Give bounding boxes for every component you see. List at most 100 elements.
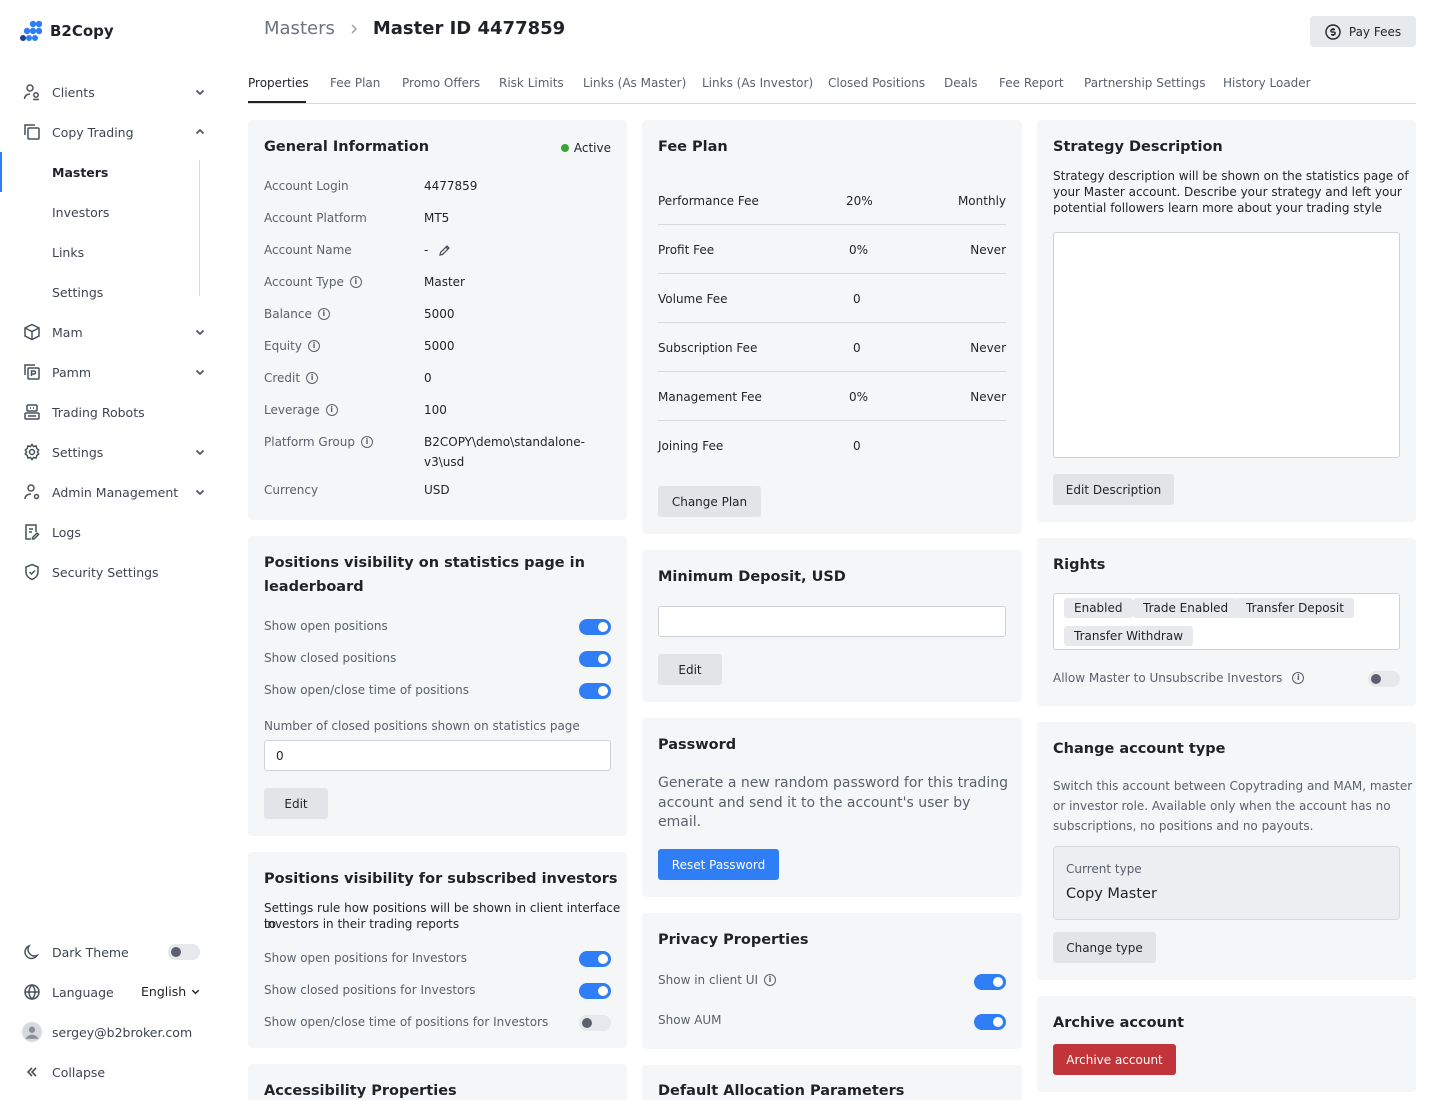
info-icon[interactable]: i — [1292, 672, 1305, 684]
sidebar-item-label: Admin Management — [52, 484, 179, 500]
edit-button[interactable]: Edit — [658, 654, 722, 685]
currency-value: USD — [424, 483, 450, 497]
tab-fee-report[interactable]: Fee Report — [999, 76, 1064, 90]
archive-account-button[interactable]: Archive account — [1053, 1044, 1176, 1075]
dark-theme-label: Dark Theme — [52, 944, 129, 960]
sidebar-item-security-settings[interactable]: Security Settings — [0, 552, 224, 592]
investor-open-close-time-toggle[interactable] — [579, 1015, 611, 1031]
pencil-icon[interactable] — [438, 244, 451, 257]
tab-closed-positions[interactable]: Closed Positions — [828, 76, 925, 90]
card-description: Switch this account between Copytrading … — [1053, 779, 1413, 793]
info-icon[interactable]: i — [306, 372, 319, 384]
app-logo[interactable]: B2Copy — [20, 20, 114, 42]
fee-name: Subscription Fee — [658, 341, 758, 355]
user-row[interactable]: sergey@b2broker.com — [0, 1012, 224, 1052]
edit-description-button[interactable]: Edit Description — [1053, 474, 1174, 505]
info-icon[interactable]: i — [764, 974, 777, 986]
tab-links-as-master[interactable]: Links (As Master) — [583, 76, 686, 90]
tab-risk-limits[interactable]: Risk Limits — [499, 76, 564, 90]
sidebar-item-clients[interactable]: Clients — [0, 72, 224, 112]
minimum-deposit-input[interactable] — [658, 606, 1006, 637]
card-description-cont: email. — [658, 814, 702, 830]
show-aum-toggle[interactable] — [974, 1014, 1006, 1030]
show-open-positions-toggle[interactable] — [579, 619, 611, 635]
fee-value: 0 — [853, 439, 861, 453]
breadcrumb-parent[interactable]: Masters — [264, 18, 335, 39]
status-dot — [560, 144, 569, 152]
sidebar-item-admin-management[interactable]: Admin Management — [0, 472, 224, 512]
current-type-box: Current type Copy Master — [1053, 846, 1400, 920]
change-account-type-card: Change account type Switch this account … — [1037, 722, 1416, 980]
rights-multiselect[interactable]: Enabled Trade Enabled Transfer Deposit T… — [1053, 593, 1400, 650]
rights-tag[interactable]: Transfer Deposit — [1236, 598, 1354, 618]
field-label: Leverage i — [264, 403, 338, 417]
investor-open-positions-toggle[interactable] — [579, 951, 611, 967]
status-badge: Active — [560, 141, 611, 155]
info-icon[interactable]: i — [325, 404, 338, 416]
collapse-button[interactable]: Collapse — [0, 1052, 224, 1092]
fee-value: 20% — [846, 194, 873, 208]
tab-deals[interactable]: Deals — [944, 76, 978, 90]
dark-theme-toggle[interactable] — [168, 944, 200, 960]
cube-icon — [22, 322, 42, 342]
language-label: Language — [52, 984, 114, 1000]
info-icon[interactable]: i — [349, 276, 362, 288]
platform-group-value-cont: v3\usd — [424, 455, 465, 469]
allow-unsubscribe-toggle[interactable] — [1368, 671, 1400, 687]
chevron-down-icon — [190, 986, 201, 997]
sidebar-item-trading-robots[interactable]: Trading Robots — [0, 392, 224, 432]
toggle-label: Show closed positions — [264, 651, 397, 665]
sidebar-item-label: Clients — [52, 84, 95, 100]
closed-positions-count-input[interactable]: 0 — [264, 740, 611, 771]
pay-fees-button[interactable]: Pay Fees — [1310, 16, 1416, 47]
sidebar-item-copy-trading[interactable]: Copy Trading — [0, 112, 224, 152]
chevron-down-icon — [194, 486, 206, 498]
chevron-down-icon — [194, 86, 206, 98]
rights-tag[interactable]: Trade Enabled — [1133, 598, 1239, 618]
sidebar-subitem-investors[interactable]: Investors — [52, 192, 109, 232]
tab-partnership-settings[interactable]: Partnership Settings — [1084, 76, 1205, 90]
edit-button[interactable]: Edit — [264, 788, 328, 819]
sidebar-subitem-settings[interactable]: Settings — [52, 272, 103, 312]
show-closed-positions-toggle[interactable] — [579, 651, 611, 667]
sidebar-subitem-links[interactable]: Links — [52, 232, 84, 272]
strategy-description-textarea[interactable] — [1053, 232, 1400, 458]
tab-links-as-investor[interactable]: Links (As Investor) — [702, 76, 813, 90]
sidebar-item-logs[interactable]: Logs — [0, 512, 224, 552]
investor-closed-positions-toggle[interactable] — [579, 983, 611, 999]
language-select[interactable]: English — [141, 984, 201, 999]
user-email: sergey@b2broker.com — [52, 1024, 193, 1040]
field-label: Currency — [264, 483, 319, 497]
show-open-close-time-toggle[interactable] — [579, 683, 611, 699]
sidebar-item-pamm[interactable]: Pamm — [0, 352, 224, 392]
tab-promo-offers[interactable]: Promo Offers — [402, 76, 480, 90]
submenu-divider — [199, 160, 200, 296]
rights-tag[interactable]: Transfer Withdraw — [1064, 626, 1194, 646]
show-in-client-ui-toggle[interactable] — [974, 974, 1006, 990]
chevron-up-icon — [194, 126, 206, 138]
fee-value: 0% — [849, 390, 869, 404]
change-type-button[interactable]: Change type — [1053, 932, 1156, 963]
sidebar-subitem-masters[interactable]: Masters — [52, 152, 108, 192]
reset-password-button[interactable]: Reset Password — [658, 849, 779, 880]
info-icon[interactable]: i — [307, 340, 320, 352]
chevron-down-icon — [194, 326, 206, 338]
change-plan-button[interactable]: Change Plan — [658, 486, 761, 517]
sidebar-item-label: Mam — [52, 324, 83, 340]
card-description-cont: your Master account. Describe your strat… — [1053, 185, 1402, 199]
platform-group-value: B2COPY\demo\standalone- — [424, 435, 585, 449]
rights-tag[interactable]: Enabled — [1064, 598, 1133, 618]
tab-history-loader[interactable]: History Loader — [1223, 76, 1311, 90]
tab-properties[interactable]: Properties — [248, 76, 309, 90]
logo-icon — [20, 20, 42, 42]
sidebar: B2Copy Clients Copy Trading Masters Inve… — [0, 0, 224, 1100]
card-description-cont: or investor role. Available only when th… — [1053, 799, 1391, 813]
sidebar-item-mam[interactable]: Mam — [0, 312, 224, 352]
card-description-cont: subscriptions, no positions and no payou… — [1053, 819, 1314, 833]
info-icon[interactable]: i — [360, 436, 373, 448]
info-icon[interactable]: i — [317, 308, 330, 320]
sidebar-item-settings[interactable]: Settings — [0, 432, 224, 472]
card-title: Password — [658, 737, 737, 753]
card-title: Rights — [1053, 557, 1106, 573]
tab-fee-plan[interactable]: Fee Plan — [330, 76, 380, 90]
